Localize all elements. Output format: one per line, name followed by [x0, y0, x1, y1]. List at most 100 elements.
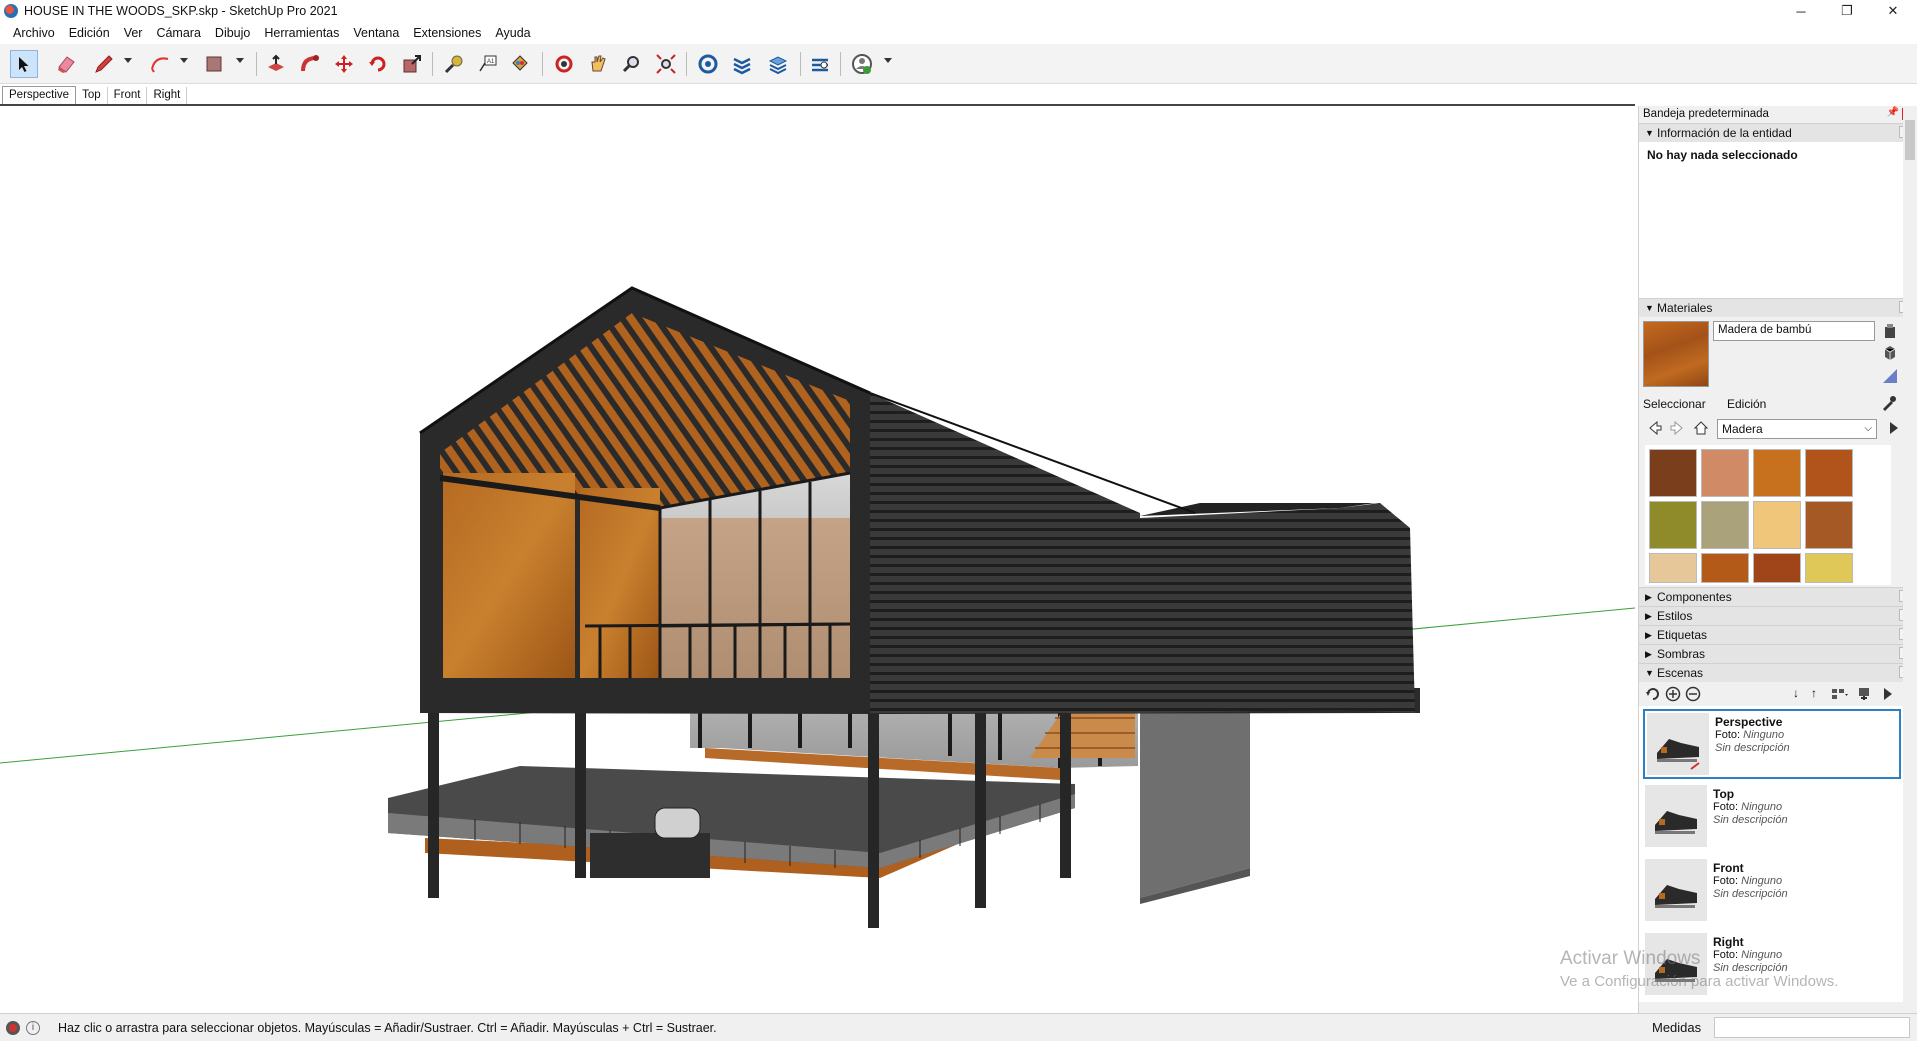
tape-measure-icon[interactable] — [440, 50, 468, 78]
push-pull-icon[interactable] — [262, 50, 290, 78]
update-scene-icon[interactable] — [1645, 686, 1661, 705]
menu-archivo[interactable]: Archivo — [6, 26, 62, 40]
arc-dropdown-icon[interactable] — [180, 58, 188, 63]
rectangle-icon[interactable] — [200, 50, 228, 78]
tray-scrollbar[interactable] — [1903, 106, 1917, 1013]
modeling-viewport[interactable] — [0, 108, 1635, 1013]
tab-perspective[interactable]: Perspective — [2, 86, 77, 104]
menu-dibujo[interactable]: Dibujo — [208, 26, 257, 40]
create-material-icon[interactable] — [1883, 323, 1897, 339]
account-dropdown-icon[interactable] — [884, 58, 892, 63]
arc-icon[interactable] — [146, 50, 174, 78]
material-swatch[interactable] — [1701, 553, 1749, 583]
menu-ayuda[interactable]: Ayuda — [488, 26, 537, 40]
home-icon[interactable] — [1693, 420, 1709, 439]
pencil-line-icon[interactable] — [90, 50, 118, 78]
restore-button[interactable]: ❐ — [1824, 0, 1870, 22]
close-button[interactable]: ✕ — [1870, 0, 1916, 22]
tab-front[interactable]: Front — [108, 87, 148, 104]
sombras-title: Sombras — [1657, 647, 1706, 661]
window-title: HOUSE IN THE WOODS_SKP.skp - SketchUp Pr… — [24, 4, 338, 18]
extension-manager-icon[interactable] — [806, 50, 834, 78]
menu-extensiones[interactable]: Extensiones — [406, 26, 488, 40]
paint-bucket-icon[interactable] — [506, 50, 534, 78]
current-material-swatch[interactable] — [1643, 321, 1709, 387]
menu-ver[interactable]: Ver — [117, 26, 150, 40]
material-swatch[interactable] — [1805, 501, 1853, 549]
info-icon[interactable]: i — [26, 1020, 40, 1035]
move-icon[interactable] — [330, 50, 358, 78]
collapsed-triangle-icon: ▶ — [1645, 629, 1652, 640]
rotate-icon[interactable] — [364, 50, 392, 78]
orbit-icon[interactable] — [550, 50, 578, 78]
minimize-button[interactable]: ─ — [1778, 0, 1824, 22]
material-swatch[interactable] — [1805, 449, 1853, 497]
material-swatch[interactable] — [1649, 553, 1697, 583]
material-name-field[interactable]: Madera de bambú — [1713, 321, 1875, 341]
select-icon[interactable] — [10, 50, 38, 78]
text-icon[interactable]: A1 — [474, 50, 502, 78]
tab-top[interactable]: Top — [76, 87, 108, 104]
componentes-header[interactable]: ▶ Componentes × — [1639, 587, 1917, 606]
scene-item-perspective[interactable]: Perspective Foto: Ninguno Sin descripció… — [1643, 709, 1901, 779]
tab-right[interactable]: Right — [147, 87, 188, 104]
pin-icon[interactable]: 📌 — [1887, 107, 1899, 118]
toolbar-separator — [432, 52, 433, 76]
layout-icon[interactable] — [764, 50, 792, 78]
move-scene-down-icon[interactable]: ↓ — [1793, 686, 1799, 700]
material-swatch[interactable] — [1649, 449, 1697, 497]
menu-edicion[interactable]: Edición — [62, 26, 117, 40]
scroll-thumb[interactable] — [1905, 120, 1915, 160]
material-swatch[interactable] — [1649, 501, 1697, 549]
extension-warehouse-icon[interactable] — [728, 50, 756, 78]
pan-icon[interactable] — [584, 50, 612, 78]
etiquetas-header[interactable]: ▶ Etiquetas × — [1639, 625, 1917, 644]
materials-nav: Madera ⌵ — [1639, 417, 1917, 441]
forward-arrow-icon[interactable] — [1669, 420, 1685, 439]
line-dropdown-icon[interactable] — [124, 58, 132, 63]
material-swatch[interactable] — [1753, 553, 1801, 583]
eyedropper-icon[interactable] — [1881, 395, 1897, 414]
scale-icon[interactable] — [398, 50, 426, 78]
material-swatch[interactable] — [1701, 501, 1749, 549]
add-scene-icon[interactable] — [1665, 686, 1681, 705]
warehouse-icon[interactable] — [694, 50, 722, 78]
title-bar: HOUSE IN THE WOODS_SKP.skp - SketchUp Pr… — [0, 0, 1917, 22]
materials-header[interactable]: ▼ Materiales × — [1639, 298, 1917, 317]
back-arrow-icon[interactable] — [1647, 420, 1663, 439]
material-cube-icon[interactable] — [1883, 345, 1897, 361]
estilos-header[interactable]: ▶ Estilos × — [1639, 606, 1917, 625]
view-options-icon[interactable] — [1831, 686, 1849, 705]
material-swatch[interactable] — [1701, 449, 1749, 497]
escenas-header[interactable]: ▼ Escenas × — [1639, 663, 1917, 682]
measurements-input[interactable] — [1714, 1017, 1910, 1038]
scene-thumbnail — [1647, 713, 1709, 775]
tab-seleccionar[interactable]: Seleccionar — [1643, 397, 1706, 411]
material-collection-select[interactable]: Madera ⌵ — [1717, 419, 1877, 439]
eraser-icon[interactable] — [52, 50, 80, 78]
shape-dropdown-icon[interactable] — [236, 58, 244, 63]
remove-scene-icon[interactable] — [1685, 686, 1701, 705]
account-icon[interactable] — [848, 50, 876, 78]
material-swatch[interactable] — [1805, 553, 1853, 583]
menu-ventana[interactable]: Ventana — [346, 26, 406, 40]
zoom-extents-icon[interactable] — [652, 50, 680, 78]
material-swatch[interactable] — [1753, 449, 1801, 497]
menu-camara[interactable]: Cámara — [149, 26, 207, 40]
follow-me-icon[interactable] — [296, 50, 324, 78]
scene-details-arrow-icon[interactable] — [1879, 686, 1895, 705]
tab-edicion[interactable]: Edición — [1727, 397, 1766, 411]
sombras-header[interactable]: ▶ Sombras × — [1639, 644, 1917, 663]
zoom-icon[interactable] — [618, 50, 646, 78]
entity-info-header[interactable]: ▼ Información de la entidad × — [1639, 123, 1917, 142]
foto-value: Ninguno — [1743, 729, 1785, 741]
scene-thumbnail-icon[interactable] — [1857, 686, 1871, 705]
menu-herramientas[interactable]: Herramientas — [257, 26, 346, 40]
details-arrow-icon[interactable] — [1885, 420, 1901, 439]
geolocation-icon[interactable] — [6, 1020, 20, 1035]
scene-item-front[interactable]: Front Foto: Ninguno Sin descripción — [1643, 857, 1901, 927]
material-swatch[interactable] — [1753, 501, 1801, 549]
move-scene-up-icon[interactable]: ↑ — [1811, 686, 1817, 700]
scene-item-top[interactable]: Top Foto: Ninguno Sin descripción — [1643, 783, 1901, 853]
sample-paint-icon[interactable] — [1881, 367, 1899, 385]
